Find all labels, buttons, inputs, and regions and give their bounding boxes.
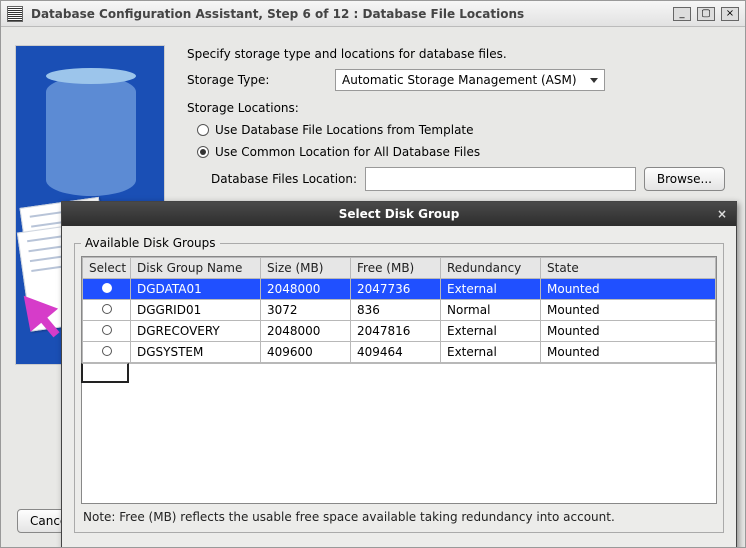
- disk-group-table[interactable]: Select Disk Group Name Size (MB) Free (M…: [81, 256, 717, 504]
- db-files-location-label: Database Files Location:: [211, 172, 357, 186]
- cell-state: Mounted: [541, 342, 716, 363]
- cell-redundancy: External: [441, 321, 541, 342]
- chevron-down-icon: [590, 78, 598, 83]
- available-disk-groups-group: Available Disk Groups Select Disk Group …: [74, 236, 724, 533]
- table-header-row: Select Disk Group Name Size (MB) Free (M…: [83, 258, 716, 279]
- cell-free: 836: [351, 300, 441, 321]
- row-select-cell[interactable]: [83, 321, 131, 342]
- row-select-cell[interactable]: [83, 300, 131, 321]
- radio-icon: [197, 124, 209, 136]
- cell-free: 2047816: [351, 321, 441, 342]
- table-empty-cell: [81, 363, 129, 383]
- cell-size: 3072: [261, 300, 351, 321]
- dialog-buttons: OK Cancel: [62, 539, 736, 548]
- radio-icon: [197, 146, 209, 158]
- cell-redundancy: Normal: [441, 300, 541, 321]
- col-free[interactable]: Free (MB): [351, 258, 441, 279]
- storage-locations-label: Storage Locations:: [187, 101, 725, 115]
- main-window: Database Configuration Assistant, Step 6…: [0, 0, 746, 548]
- cell-size: 409600: [261, 342, 351, 363]
- radio-common[interactable]: Use Common Location for All Database Fil…: [197, 145, 725, 159]
- col-name[interactable]: Disk Group Name: [131, 258, 261, 279]
- cell-state: Mounted: [541, 279, 716, 300]
- cell-redundancy: External: [441, 279, 541, 300]
- minimize-button[interactable]: _: [673, 7, 691, 21]
- storage-type-value: Automatic Storage Management (ASM): [342, 73, 577, 87]
- browse-button[interactable]: Browse...: [644, 167, 725, 191]
- col-select[interactable]: Select: [83, 258, 131, 279]
- cell-free: 2047736: [351, 279, 441, 300]
- radio-icon[interactable]: [102, 283, 112, 293]
- window-title: Database Configuration Assistant, Step 6…: [31, 7, 673, 21]
- close-icon[interactable]: ×: [714, 206, 730, 222]
- dialog-title: Select Disk Group: [339, 207, 460, 221]
- cell-state: Mounted: [541, 300, 716, 321]
- cell-size: 2048000: [261, 321, 351, 342]
- storage-type-label: Storage Type:: [187, 73, 327, 87]
- intro-text: Specify storage type and locations for d…: [187, 47, 725, 61]
- radio-template[interactable]: Use Database File Locations from Templat…: [197, 123, 725, 137]
- cell-free: 409464: [351, 342, 441, 363]
- cell-state: Mounted: [541, 321, 716, 342]
- cell-name: DGGRID01: [131, 300, 261, 321]
- cell-name: DGDATA01: [131, 279, 261, 300]
- dialog-titlebar: Select Disk Group ×: [62, 202, 736, 226]
- cell-redundancy: External: [441, 342, 541, 363]
- group-legend: Available Disk Groups: [81, 236, 220, 250]
- db-files-location-input[interactable]: [365, 167, 636, 191]
- window-buttons: _ ▢ ×: [673, 7, 739, 21]
- row-select-cell[interactable]: [83, 279, 131, 300]
- radio-icon[interactable]: [102, 325, 112, 335]
- row-select-cell[interactable]: [83, 342, 131, 363]
- maximize-button[interactable]: ▢: [697, 7, 715, 21]
- table-empty-area: [82, 383, 716, 503]
- table-row[interactable]: DGDATA0120480002047736ExternalMounted: [83, 279, 716, 300]
- note-text: Note: Free (MB) reflects the usable free…: [83, 510, 715, 524]
- close-button[interactable]: ×: [721, 7, 739, 21]
- col-redundancy[interactable]: Redundancy: [441, 258, 541, 279]
- radio-common-label: Use Common Location for All Database Fil…: [215, 145, 480, 159]
- cell-name: DGRECOVERY: [131, 321, 261, 342]
- titlebar: Database Configuration Assistant, Step 6…: [1, 1, 745, 27]
- radio-icon[interactable]: [102, 346, 112, 356]
- col-size[interactable]: Size (MB): [261, 258, 351, 279]
- select-disk-group-dialog: Select Disk Group × Available Disk Group…: [61, 201, 737, 548]
- table-row[interactable]: DGGRID013072836NormalMounted: [83, 300, 716, 321]
- storage-type-select[interactable]: Automatic Storage Management (ASM): [335, 69, 605, 91]
- table-row[interactable]: DGSYSTEM409600409464ExternalMounted: [83, 342, 716, 363]
- cell-size: 2048000: [261, 279, 351, 300]
- cell-name: DGSYSTEM: [131, 342, 261, 363]
- radio-template-label: Use Database File Locations from Templat…: [215, 123, 474, 137]
- app-icon: [7, 6, 23, 22]
- radio-icon[interactable]: [102, 304, 112, 314]
- cylinder-icon: [46, 76, 136, 196]
- col-state[interactable]: State: [541, 258, 716, 279]
- table-row[interactable]: DGRECOVERY20480002047816ExternalMounted: [83, 321, 716, 342]
